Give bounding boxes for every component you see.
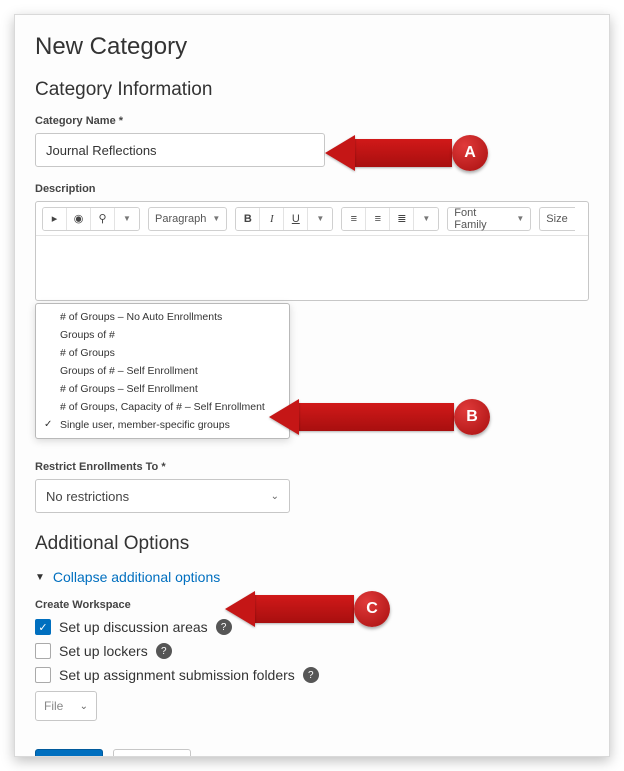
chevron-down-icon: ⌄ <box>271 491 279 502</box>
help-icon[interactable]: ? <box>156 643 172 659</box>
description-editor[interactable]: ▸ ◉ ⚲ ▼ Paragraph▼ B I U ▼ ≡ ≡ ≣ ▼ Font … <box>35 201 589 301</box>
additional-options-heading: Additional Options <box>35 533 589 555</box>
text-more-icon[interactable]: ▼ <box>308 207 332 231</box>
annotation-a: A <box>325 135 488 171</box>
enrollment-opt-5[interactable]: # of Groups, Capacity of # – Self Enroll… <box>36 398 289 416</box>
create-workspace-label: Create Workspace <box>35 599 589 611</box>
save-button[interactable]: Save <box>35 749 103 757</box>
chevron-down-icon: ⌄ <box>80 701 88 712</box>
page-title: New Category <box>35 33 589 61</box>
outdent-icon[interactable]: ≡ <box>342 207 366 231</box>
help-icon[interactable]: ? <box>303 667 319 683</box>
paragraph-select[interactable]: Paragraph▼ <box>148 207 227 231</box>
restrict-select[interactable]: No restrictions ⌄ <box>35 479 290 513</box>
media-icon[interactable]: ▸ <box>43 207 67 231</box>
enrollment-opt-4[interactable]: # of Groups – Self Enrollment <box>36 380 289 398</box>
file-select[interactable]: File ⌄ <box>35 691 97 721</box>
restrict-value: No restrictions <box>46 489 129 504</box>
font-family-select[interactable]: Font Family▼ <box>447 207 531 231</box>
file-label: File <box>44 699 63 713</box>
lockers-checkbox[interactable] <box>35 643 51 659</box>
collapse-additional-label: Collapse additional options <box>53 569 220 585</box>
editor-toolbar: ▸ ◉ ⚲ ▼ Paragraph▼ B I U ▼ ≡ ≡ ≣ ▼ Font … <box>36 202 588 236</box>
enrollment-opt-6[interactable]: Single user, member-specific groups <box>36 416 289 434</box>
camera-icon[interactable]: ◉ <box>67 207 91 231</box>
enrollment-opt-0[interactable]: # of Groups – No Auto Enrollments <box>36 308 289 326</box>
collapse-additional-link[interactable]: ▼ Collapse additional options <box>35 569 589 585</box>
restrict-label: Restrict Enrollments To * <box>35 461 589 473</box>
indent-icon[interactable]: ≡ <box>366 207 390 231</box>
enrollment-opt-2[interactable]: # of Groups <box>36 344 289 362</box>
discussion-checkbox[interactable] <box>35 619 51 635</box>
enrollment-opt-1[interactable]: Groups of # <box>36 326 289 344</box>
discussion-label: Set up discussion areas <box>59 619 208 635</box>
align-more-icon[interactable]: ▼ <box>414 207 438 231</box>
lockers-label: Set up lockers <box>59 643 148 659</box>
list-icon[interactable]: ≣ <box>390 207 414 231</box>
assignment-label: Set up assignment submission folders <box>59 667 295 683</box>
category-info-heading: Category Information <box>35 79 589 101</box>
underline-button[interactable]: U <box>284 207 308 231</box>
italic-button[interactable]: I <box>260 207 284 231</box>
category-name-input[interactable] <box>35 133 325 167</box>
annotation-b: B <box>269 399 490 435</box>
enrollment-opt-3[interactable]: Groups of # – Self Enrollment <box>36 362 289 380</box>
font-size-select[interactable]: Size <box>539 207 575 231</box>
cancel-button[interactable]: Cancel <box>113 749 191 757</box>
category-name-label: Category Name * <box>35 115 589 127</box>
bold-button[interactable]: B <box>236 207 260 231</box>
help-icon[interactable]: ? <box>216 619 232 635</box>
media-more-icon[interactable]: ▼ <box>115 207 139 231</box>
enrollment-type-dropdown[interactable]: # of Groups – No Auto Enrollments Groups… <box>35 303 290 439</box>
assignment-checkbox[interactable] <box>35 667 51 683</box>
link-icon[interactable]: ⚲ <box>91 207 115 231</box>
caret-down-icon: ▼ <box>35 572 45 583</box>
description-label: Description <box>35 183 589 195</box>
